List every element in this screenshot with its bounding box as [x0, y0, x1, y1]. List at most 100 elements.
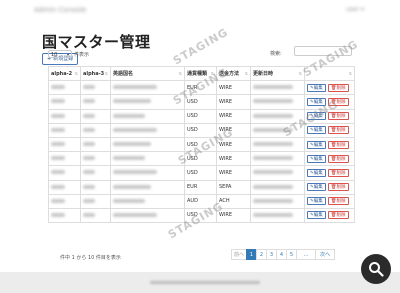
- cell-currency: EUR: [184, 80, 217, 96]
- edit-button[interactable]: ✎編集: [307, 83, 326, 92]
- delete-label: 削除: [336, 185, 346, 191]
- column-header-currency[interactable]: 通貨種類 ⇅: [184, 65, 217, 82]
- column-header-method[interactable]: 送金方法 ⇅: [216, 65, 251, 82]
- cell-method: WIRE: [216, 108, 251, 124]
- cell-english-name: [110, 207, 185, 224]
- cell-actions: ✎編集 🗑削除: [304, 80, 355, 96]
- cell-updated: [250, 207, 305, 224]
- table-row: USD WIRE ✎編集 🗑削除: [48, 207, 355, 224]
- cell-currency: USD: [184, 207, 217, 224]
- cell-english-name: [110, 108, 185, 124]
- column-header-english-name[interactable]: 英語国名 ⇅: [110, 65, 185, 82]
- cell-updated: [250, 80, 305, 96]
- delete-label: 削除: [336, 114, 346, 120]
- edit-button[interactable]: ✎編集: [307, 126, 326, 135]
- sort-icon: ⇅: [74, 71, 78, 76]
- edit-label: 編集: [313, 199, 323, 205]
- edit-button[interactable]: ✎編集: [307, 183, 326, 192]
- chevron-down-icon: ▾: [66, 52, 69, 57]
- sort-icon: ⇅: [298, 71, 302, 76]
- user-menu[interactable]: user ▾: [346, 6, 364, 13]
- pagination: 前へ 1 2 3 4 5 … 次へ: [231, 249, 335, 260]
- edit-button[interactable]: ✎編集: [307, 168, 326, 177]
- cell-alpha3: [80, 165, 111, 181]
- cell-alpha3: [80, 207, 111, 224]
- cell-english-name: [110, 151, 185, 167]
- cell-method: WIRE: [216, 207, 251, 224]
- delete-button[interactable]: 🗑削除: [327, 83, 349, 92]
- table-info: 件中 1 から 10 件目を表示: [60, 255, 121, 261]
- cell-currency: USD: [184, 108, 217, 124]
- cell-alpha3: [80, 136, 111, 153]
- sort-icon: ⇅: [178, 71, 182, 76]
- pagination-next[interactable]: 次へ: [315, 249, 335, 260]
- column-header-updated[interactable]: 更新日時 ⇅: [250, 65, 305, 82]
- column-header-alpha2[interactable]: alpha-2 ⇅: [48, 65, 81, 82]
- table-header-row: alpha-2 ⇅ alpha-3 ⇅ 英語国名 ⇅ 通貨種類 ⇅ 送金方法 ⇅ 更新日時…: [48, 65, 355, 82]
- delete-label: 削除: [336, 128, 346, 134]
- column-header-actions: ⇅: [304, 65, 355, 82]
- search-fab[interactable]: [361, 254, 391, 284]
- search-icon: [369, 262, 384, 277]
- delete-button[interactable]: 🗑削除: [327, 211, 349, 220]
- cell-updated: [250, 151, 305, 167]
- cell-method: WIRE: [216, 80, 251, 96]
- cell-updated: [250, 193, 305, 209]
- edit-label: 編集: [313, 85, 323, 91]
- edit-button[interactable]: ✎編集: [307, 97, 326, 106]
- cell-currency: USD: [184, 122, 217, 138]
- delete-button[interactable]: 🗑削除: [327, 183, 349, 192]
- cell-actions: ✎編集 🗑削除: [304, 207, 355, 224]
- table-row: USD WIRE ✎編集 🗑削除: [48, 136, 355, 153]
- cell-english-name: [110, 179, 185, 195]
- cell-alpha2: [48, 108, 81, 124]
- cell-actions: ✎編集 🗑削除: [304, 179, 355, 195]
- cell-alpha2: [48, 193, 81, 209]
- delete-button[interactable]: 🗑削除: [327, 154, 349, 163]
- cell-updated: [250, 136, 305, 153]
- cell-updated: [250, 94, 305, 110]
- delete-button[interactable]: 🗑削除: [327, 112, 349, 121]
- edit-label: 編集: [313, 213, 323, 219]
- edit-button[interactable]: ✎編集: [307, 140, 326, 149]
- pagination-prev[interactable]: 前へ: [231, 249, 247, 260]
- edit-button[interactable]: ✎編集: [307, 211, 326, 220]
- cell-updated: [250, 122, 305, 138]
- edit-label: 編集: [313, 170, 323, 176]
- search-input[interactable]: [294, 46, 352, 56]
- sort-icon: ⇅: [104, 71, 108, 76]
- table-row: EUR WIRE ✎編集 🗑削除: [48, 80, 355, 96]
- cell-english-name: [110, 122, 185, 138]
- cell-method: SEPA: [216, 179, 251, 195]
- cell-actions: ✎編集 🗑削除: [304, 193, 355, 209]
- cell-actions: ✎編集 🗑削除: [304, 136, 355, 153]
- page-title: 国マスター管理: [42, 33, 151, 51]
- delete-button[interactable]: 🗑削除: [327, 97, 349, 106]
- column-header-alpha3[interactable]: alpha-3 ⇅: [80, 65, 111, 82]
- delete-button[interactable]: 🗑削除: [327, 140, 349, 149]
- edit-label: 編集: [313, 156, 323, 162]
- brand-logo[interactable]: Admin Console: [34, 6, 86, 14]
- delete-label: 削除: [336, 213, 346, 219]
- page-length-select[interactable]: 10 ▾: [48, 50, 72, 58]
- edit-button[interactable]: ✎編集: [307, 154, 326, 163]
- sort-icon: ⇅: [210, 71, 214, 76]
- edit-button[interactable]: ✎編集: [307, 197, 326, 206]
- delete-button[interactable]: 🗑削除: [327, 197, 349, 206]
- delete-label: 削除: [336, 99, 346, 105]
- delete-button[interactable]: 🗑削除: [327, 168, 349, 177]
- cell-currency: USD: [184, 165, 217, 181]
- cell-actions: ✎編集 🗑削除: [304, 122, 355, 138]
- edit-button[interactable]: ✎編集: [307, 112, 326, 121]
- cell-actions: ✎編集 🗑削除: [304, 108, 355, 124]
- cell-updated: [250, 108, 305, 124]
- cell-alpha3: [80, 80, 111, 96]
- table-row: AUD ACH ✎編集 🗑削除: [48, 193, 355, 209]
- page-length-value: 10: [51, 52, 58, 58]
- cell-currency: USD: [184, 94, 217, 110]
- top-navbar: Admin Console user ▾: [0, 0, 400, 22]
- cell-currency: EUR: [184, 179, 217, 195]
- cell-method: WIRE: [216, 122, 251, 138]
- delete-button[interactable]: 🗑削除: [327, 126, 349, 135]
- edit-label: 編集: [313, 128, 323, 134]
